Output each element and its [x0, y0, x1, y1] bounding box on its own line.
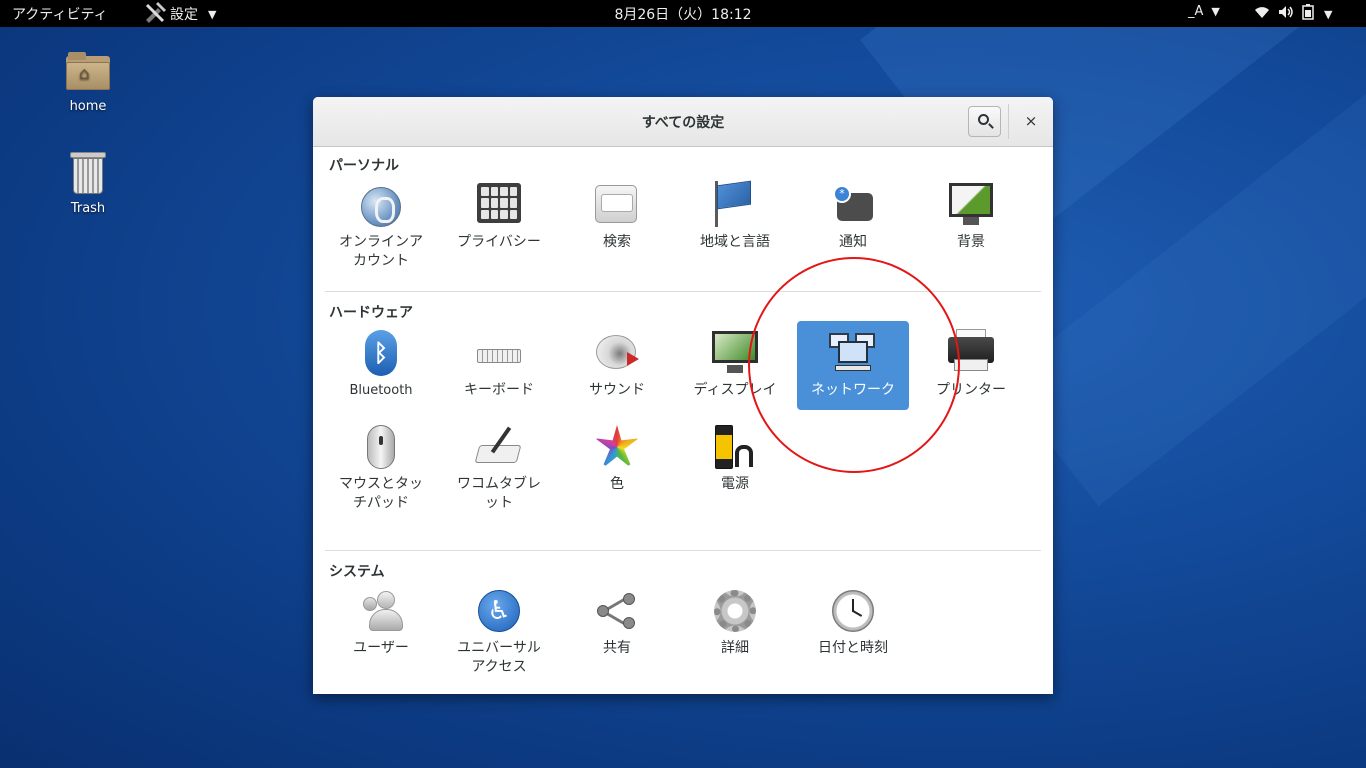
settings-item-wacom-tablet[interactable]: ワコムタブレ ット	[443, 423, 555, 513]
search-button[interactable]	[968, 106, 1001, 137]
activities-button[interactable]: アクティビティ	[12, 4, 108, 24]
settings-item-date-time[interactable]: 日付と時刻	[797, 587, 909, 658]
gear-icon	[711, 587, 759, 635]
settings-item-network[interactable]: ネットワーク	[797, 321, 909, 410]
settings-item-printers[interactable]: プリンター	[915, 329, 1027, 400]
notifications-icon: *	[829, 181, 877, 229]
settings-item-label: Bluetooth	[349, 383, 413, 398]
color-icon	[593, 423, 641, 471]
settings-item-label: プライバシー	[457, 234, 541, 250]
power-icon	[711, 423, 759, 471]
section-title-personal: パーソナル	[329, 158, 399, 174]
section-divider	[325, 550, 1041, 551]
section-divider	[325, 291, 1041, 292]
settings-window: すべての設定 × パーソナル オンラインア カウント プライバシー 検索 地域と…	[313, 97, 1053, 694]
app-menu-label: 設定	[170, 7, 198, 23]
bluetooth-icon: ᛒ	[357, 329, 405, 377]
settings-item-region-language[interactable]: 地域と言語	[679, 180, 791, 252]
settings-item-privacy[interactable]: プライバシー	[443, 181, 555, 252]
settings-tools-icon	[144, 2, 168, 24]
desktop-home-folder[interactable]: ⌂ home	[43, 52, 133, 114]
search-icon	[978, 114, 989, 125]
settings-item-label: ユーザー	[353, 640, 409, 656]
settings-item-label: 色	[610, 476, 624, 492]
trash-icon	[70, 152, 106, 194]
settings-item-online-accounts[interactable]: オンラインア カウント	[325, 181, 437, 271]
settings-item-label: ユニバーサル アクセス	[457, 640, 541, 675]
network-icon	[829, 329, 877, 377]
background-icon	[947, 181, 995, 229]
input-method-menu[interactable]: _A ▼	[1188, 4, 1220, 19]
settings-item-label: プリンター	[936, 382, 1006, 398]
share-icon	[593, 587, 641, 635]
settings-item-label: オンラインア カウント	[339, 234, 423, 269]
chevron-down-icon: ▼	[1324, 7, 1333, 21]
settings-item-power[interactable]: 電源	[679, 423, 791, 494]
tablet-icon	[474, 423, 523, 471]
clock[interactable]: 8月26日（火）18:12	[614, 7, 751, 23]
settings-item-mouse-touchpad[interactable]: マウスとタッ チパッド	[325, 423, 437, 513]
home-folder-icon: ⌂	[66, 52, 110, 90]
settings-item-displays[interactable]: ディスプレイ	[679, 329, 791, 400]
settings-item-label: 背景	[957, 234, 985, 250]
settings-item-label: 詳細	[721, 640, 749, 656]
input-method-label: _A	[1188, 4, 1204, 19]
settings-item-label: 検索	[603, 234, 631, 250]
mouse-icon	[357, 423, 405, 471]
settings-item-sharing[interactable]: 共有	[561, 587, 673, 658]
settings-item-label: ワコムタブレ ット	[457, 476, 541, 511]
wallpaper-stripe	[1000, 0, 1366, 507]
search-settings-icon	[593, 181, 641, 229]
settings-item-sound[interactable]: サウンド	[561, 329, 673, 400]
chevron-down-icon: ▼	[208, 7, 217, 21]
settings-item-notifications[interactable]: * 通知	[797, 181, 909, 252]
settings-item-keyboard[interactable]: キーボード	[443, 329, 555, 400]
settings-item-details[interactable]: 詳細	[679, 587, 791, 658]
settings-item-label: ネットワーク	[811, 382, 895, 398]
settings-item-universal-access[interactable]: ♿ ユニバーサル アクセス	[443, 587, 555, 677]
settings-item-background[interactable]: 背景	[915, 181, 1027, 252]
accessibility-icon: ♿	[475, 587, 523, 635]
clock-icon	[829, 587, 877, 635]
speaker-icon	[593, 329, 641, 377]
volume-icon	[1278, 5, 1294, 23]
users-icon	[357, 587, 405, 635]
app-menu[interactable]: 設定 ▼	[144, 2, 216, 24]
settings-item-label: 日付と時刻	[818, 640, 888, 656]
battery-icon	[1302, 4, 1314, 24]
settings-item-label: マウスとタッ チパッド	[339, 476, 423, 511]
section-title-hardware: ハードウェア	[329, 305, 413, 321]
settings-item-label: 地域と言語	[700, 234, 770, 250]
keyboard-icon	[475, 329, 523, 377]
display-icon	[711, 329, 759, 377]
header-bar: すべての設定 ×	[313, 97, 1053, 147]
settings-item-users[interactable]: ユーザー	[325, 587, 437, 658]
settings-item-label: サウンド	[589, 382, 645, 398]
flag-icon	[711, 180, 759, 229]
system-menu[interactable]: ▼	[1254, 4, 1332, 24]
settings-item-label: 通知	[839, 234, 867, 250]
settings-item-search[interactable]: 検索	[561, 181, 673, 252]
window-title: すべての設定	[641, 115, 725, 131]
close-button[interactable]: ×	[1019, 109, 1043, 133]
online-accounts-icon	[357, 181, 405, 229]
desktop-trash[interactable]: Trash	[43, 152, 133, 216]
settings-item-label: キーボード	[464, 382, 534, 398]
settings-item-color[interactable]: 色	[561, 423, 673, 494]
privacy-icon	[475, 181, 523, 229]
settings-item-bluetooth[interactable]: ᛒ Bluetooth	[325, 329, 437, 400]
desktop-icon-label: home	[69, 99, 107, 114]
desktop-icon-label: Trash	[70, 201, 106, 216]
section-title-system: システム	[329, 564, 385, 580]
wifi-icon	[1254, 5, 1270, 23]
settings-item-label: ディスプレイ	[693, 382, 777, 398]
top-bar: アクティビティ 設定 ▼ 8月26日（火）18:12 _A ▼ ▼	[0, 0, 1366, 27]
header-separator	[1008, 104, 1009, 139]
settings-item-label: 共有	[603, 640, 631, 656]
settings-item-label: 電源	[721, 476, 749, 492]
printer-icon	[947, 329, 995, 377]
chevron-down-icon: ▼	[1211, 5, 1220, 18]
